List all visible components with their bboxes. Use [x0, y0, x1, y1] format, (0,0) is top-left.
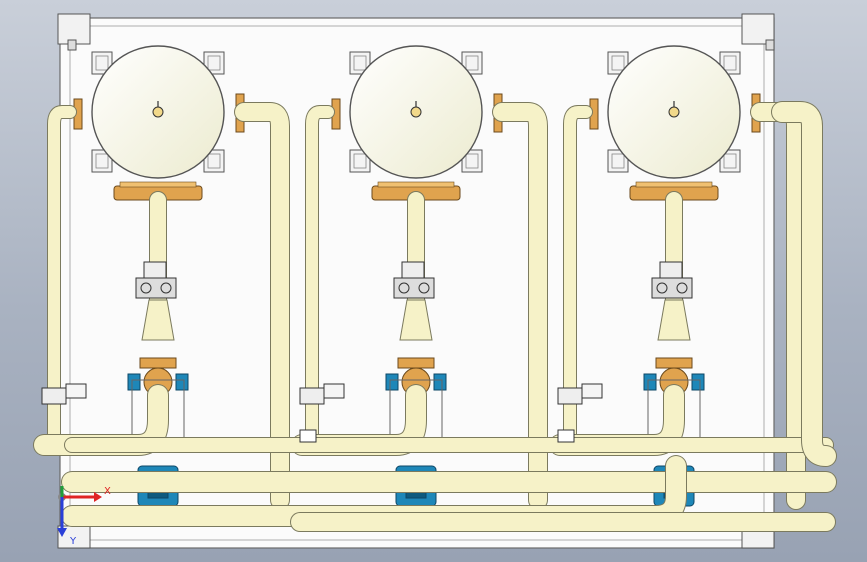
instrument-display	[143, 261, 167, 279]
cad-viewport[interactable]: X Y	[0, 0, 867, 562]
valve-actuator	[135, 277, 177, 299]
pump-flange	[655, 357, 693, 369]
vessel-nozzle	[668, 106, 680, 118]
ball-valve	[65, 383, 87, 399]
tee-marker	[299, 429, 317, 443]
valve-actuator	[393, 277, 435, 299]
pump-flange	[397, 357, 435, 369]
instrument-display	[659, 261, 683, 279]
pump-nozzle	[385, 373, 399, 391]
pump-nozzle	[643, 373, 657, 391]
check-valve	[557, 387, 583, 405]
assembly-drawing[interactable]: X Y	[0, 0, 867, 562]
ball-valve	[323, 383, 345, 399]
check-valve	[41, 387, 67, 405]
ball-valve	[581, 383, 603, 399]
instrument-display	[401, 261, 425, 279]
vessel-nozzle	[410, 106, 422, 118]
pump-flange	[139, 357, 177, 369]
tee-marker	[557, 429, 575, 443]
y-axis-label: Y	[69, 536, 77, 547]
pump-nozzle	[127, 373, 141, 391]
vessel-nozzle	[152, 106, 164, 118]
valve-actuator	[651, 277, 693, 299]
check-valve	[299, 387, 325, 405]
x-axis-label: X	[104, 486, 111, 497]
